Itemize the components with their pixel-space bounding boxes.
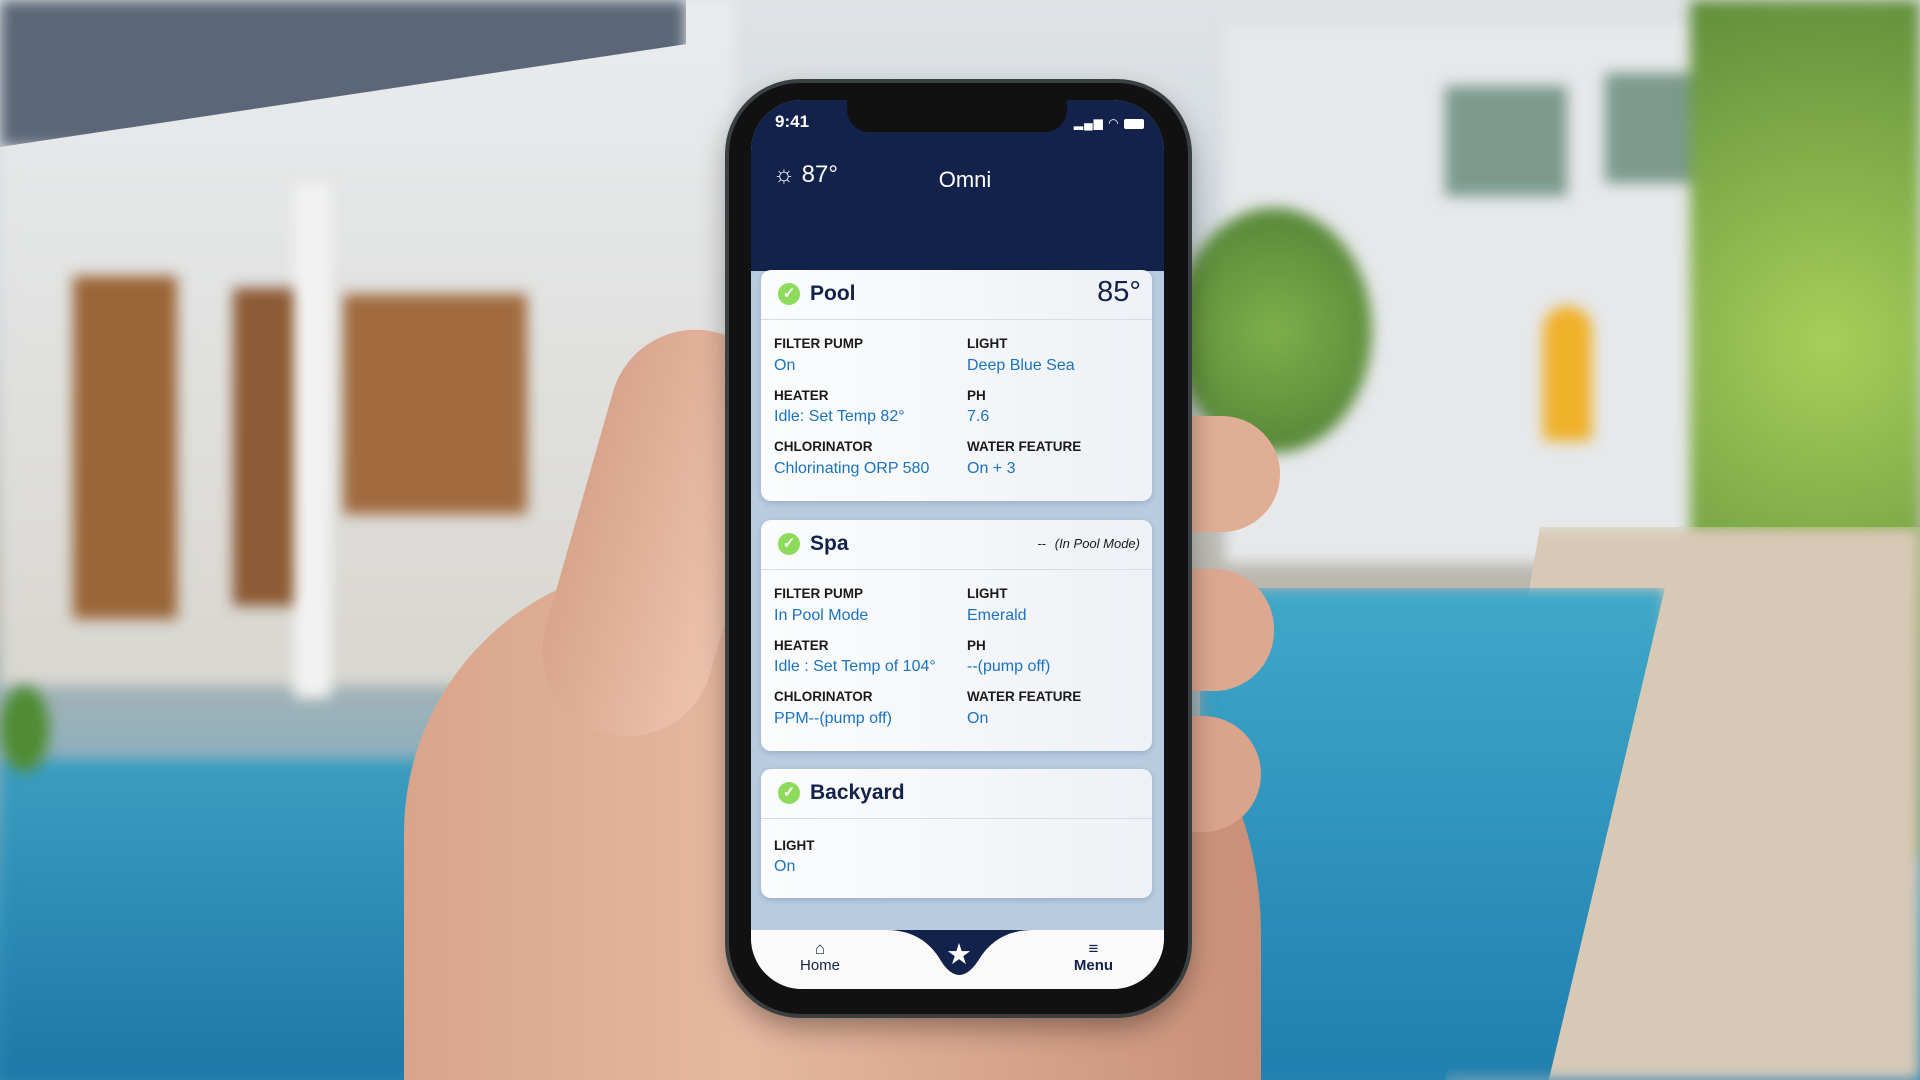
backyard-card[interactable]: ✓ Backyard LIGHT On bbox=[761, 769, 1152, 898]
bottom-nav: ⌂ Home ★ ≡ Menu bbox=[751, 930, 1164, 989]
star-icon[interactable]: ★ bbox=[937, 937, 981, 972]
status-icons: ▂▄▆ ◠ bbox=[1074, 116, 1144, 130]
app-screen: 9:41 ▂▄▆ ◠ ☼ 87° Omni ✓ Pool 85° FILTER … bbox=[751, 100, 1164, 989]
item-label: PH bbox=[967, 638, 986, 653]
check-circle-icon: ✓ bbox=[778, 533, 800, 555]
item-label: CHLORINATOR bbox=[774, 439, 873, 454]
card-header[interactable]: ✓ Backyard bbox=[761, 769, 1152, 819]
check-circle-icon: ✓ bbox=[778, 283, 800, 305]
column bbox=[294, 184, 331, 698]
item-value[interactable]: On bbox=[774, 357, 795, 375]
battery-icon bbox=[1124, 118, 1144, 129]
nav-menu-label: Menu bbox=[1073, 957, 1114, 974]
signal-icon: ▂▄▆ bbox=[1073, 116, 1104, 130]
card-header[interactable]: ✓ Pool 85° bbox=[761, 270, 1152, 320]
item-value[interactable]: In Pool Mode bbox=[774, 607, 868, 625]
card-header[interactable]: ✓ Spa -- (In Pool Mode) bbox=[761, 520, 1152, 570]
check-circle-icon: ✓ bbox=[778, 782, 800, 804]
item-label: WATER FEATURE bbox=[967, 689, 1082, 704]
home-icon: ⌂ bbox=[814, 939, 826, 958]
nav-menu[interactable]: ≡ Menu bbox=[1063, 940, 1124, 974]
item-value[interactable]: 7.6 bbox=[967, 408, 989, 426]
menu-icon: ≡ bbox=[1088, 939, 1099, 958]
item-value[interactable]: On bbox=[774, 858, 795, 876]
card-title: Pool bbox=[810, 282, 856, 305]
spa-mode-note: (In Pool Mode) bbox=[1054, 536, 1140, 551]
item-label: WATER FEATURE bbox=[967, 439, 1082, 454]
item-label: LIGHT bbox=[967, 336, 1008, 351]
app-title: Omni bbox=[938, 167, 992, 192]
card-title: Backyard bbox=[810, 781, 905, 804]
window bbox=[343, 294, 527, 514]
plant bbox=[0, 686, 49, 772]
item-label: HEATER bbox=[774, 638, 829, 653]
item-value[interactable]: --(pump off) bbox=[967, 658, 1050, 676]
item-value[interactable]: On bbox=[967, 710, 988, 728]
pool-temperature: 85° bbox=[1097, 276, 1141, 308]
pool-card[interactable]: ✓ Pool 85° FILTER PUMP On LIGHT Deep Blu… bbox=[761, 270, 1152, 501]
item-label: LIGHT bbox=[967, 586, 1008, 601]
item-label: HEATER bbox=[774, 388, 829, 403]
item-value[interactable]: On + 3 bbox=[967, 460, 1015, 478]
item-label: FILTER PUMP bbox=[774, 336, 863, 351]
spa-temperature: -- bbox=[1037, 536, 1047, 551]
status-time: 9:41 bbox=[775, 112, 810, 131]
item-value[interactable]: PPM--(pump off) bbox=[774, 710, 892, 728]
card-title: Spa bbox=[810, 532, 849, 555]
spa-status: -- (In Pool Mode) bbox=[1037, 536, 1140, 551]
umbrella bbox=[1543, 306, 1592, 441]
item-label: FILTER PUMP bbox=[774, 586, 863, 601]
item-label: CHLORINATOR bbox=[774, 689, 873, 704]
item-value[interactable]: Deep Blue Sea bbox=[967, 357, 1075, 375]
nav-home-label: Home bbox=[799, 957, 840, 974]
item-label: PH bbox=[967, 388, 986, 403]
window bbox=[1445, 86, 1567, 196]
nav-home[interactable]: ⌂ Home bbox=[788, 940, 852, 974]
notch bbox=[847, 100, 1067, 132]
door bbox=[73, 276, 177, 619]
item-label: LIGHT bbox=[774, 838, 815, 853]
spa-card[interactable]: ✓ Spa -- (In Pool Mode) FILTER PUMP In P… bbox=[761, 520, 1152, 751]
item-value[interactable]: Idle : Set Temp of 104° bbox=[774, 658, 936, 676]
item-value[interactable]: Chlorinating ORP 580 bbox=[774, 460, 929, 478]
item-value[interactable]: Idle: Set Temp 82° bbox=[774, 408, 905, 426]
item-value[interactable]: Emerald bbox=[967, 607, 1027, 625]
wifi-icon: ◠ bbox=[1108, 116, 1120, 130]
photo-scene: 9:41 ▂▄▆ ◠ ☼ 87° Omni ✓ Pool 85° FILTER … bbox=[0, 0, 1920, 1080]
